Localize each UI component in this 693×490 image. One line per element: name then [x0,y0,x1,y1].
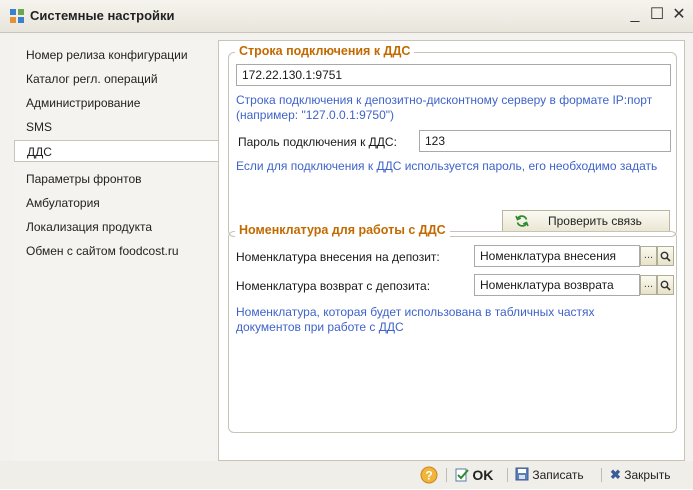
document-check-icon [455,468,469,482]
separator [507,468,508,482]
check-connection-button[interactable]: Проверить связь [502,210,670,232]
deposit-out-select-button[interactable]: ... [640,275,657,295]
close-button[interactable]: ✕ [670,6,688,24]
sidebar-item-sms[interactable]: SMS [14,116,218,138]
deposit-in-label: Номенклатура внесения на депозит: [236,250,440,264]
command-bar: ? OK Записать ✖ Закрыть [0,461,693,489]
help-button[interactable]: ? [420,465,440,485]
nomenclature-hint: Номенклатура, которая будет использована… [236,305,595,334]
settings-window-icon [10,9,24,23]
deposit-in-input[interactable]: Номенклатура внесения [474,245,640,267]
separator [601,468,602,482]
sidebar-item-foodcost-exchange[interactable]: Обмен с сайтом foodcost.ru [14,240,218,262]
svg-text:?: ? [425,469,432,483]
settings-window: Системные настройки _ ☐ ✕ Номер релиза к… [0,0,693,489]
connection-string-hint: Строка подключения к депозитно-дисконтно… [236,93,653,122]
floppy-disk-icon [515,467,529,481]
password-input[interactable]: 123 [419,130,671,152]
window-title: Системные настройки [30,8,175,23]
deposit-out-label: Номенклатура возврат с депозита: [236,279,431,293]
sidebar-item-release-number[interactable]: Номер релиза конфигурации [14,44,218,66]
sidebar-item-outpatient[interactable]: Амбулатория [14,192,218,214]
title-bar[interactable]: Системные настройки _ ☐ ✕ [0,0,693,33]
dds-settings-panel: Строка подключения к ДДС 172.22.130.1:97… [218,40,685,461]
connection-group-legend: Строка подключения к ДДС [235,44,415,58]
sidebar-item-front-params[interactable]: Параметры фронтов [14,168,218,190]
minimize-button[interactable]: _ [626,6,644,24]
search-icon [660,280,671,291]
sidebar-item-administration[interactable]: Администрирование [14,92,218,114]
ok-button[interactable]: OK [455,465,493,485]
close-label: Закрыть [624,468,671,482]
settings-sidebar: Номер релиза конфигурации Каталог регл. … [14,40,224,461]
deposit-out-search-button[interactable] [657,275,674,295]
help-icon: ? [420,466,438,484]
check-connection-label: Проверить связь [548,214,642,228]
separator [446,468,447,482]
sidebar-item-dds[interactable]: ДДС [14,140,224,162]
connection-string-input[interactable]: 172.22.130.1:9751 [236,64,671,86]
sidebar-item-localization[interactable]: Локализация продукта [14,216,218,238]
nomenclature-group-legend: Номенклатура для работы с ДДС [235,223,450,237]
save-button[interactable]: Записать [515,465,584,485]
close-form-button[interactable]: ✖ Закрыть [610,465,670,485]
password-label: Пароль подключения к ДДС: [238,135,397,149]
deposit-out-input[interactable]: Номенклатура возврата [474,274,640,296]
maximize-button[interactable]: ☐ [648,6,666,24]
password-hint: Если для подключения к ДДС используется … [236,159,658,173]
ok-label: OK [472,467,494,483]
deposit-in-search-button[interactable] [657,246,674,266]
close-x-icon: ✖ [610,467,621,482]
search-icon [660,251,671,262]
refresh-icon [515,215,529,227]
deposit-in-select-button[interactable]: ... [640,246,657,266]
save-label: Записать [532,468,584,482]
nomenclature-group: Номенклатура для работы с ДДС Номенклату… [228,223,677,433]
sidebar-item-operations-catalog[interactable]: Каталог регл. операций [14,68,218,90]
connection-group: Строка подключения к ДДС 172.22.130.1:97… [228,44,677,237]
